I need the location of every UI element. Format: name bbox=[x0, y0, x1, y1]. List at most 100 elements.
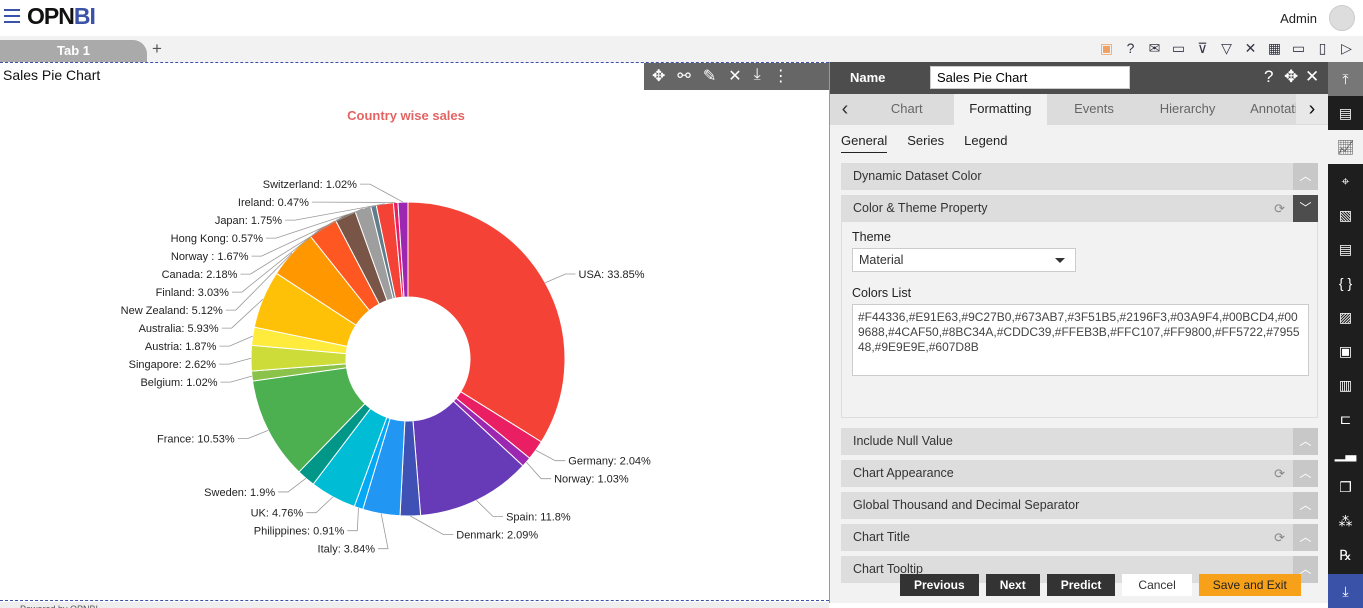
file-icon[interactable]: ▥ bbox=[1328, 368, 1363, 402]
label-connector bbox=[359, 183, 404, 203]
data-label: Denmark: 2.09% bbox=[456, 529, 538, 541]
close-icon[interactable]: ✕ bbox=[1305, 67, 1319, 87]
section-separator[interactable]: Global Thousand and Decimal Separator ︿ bbox=[841, 492, 1318, 519]
colors-list-textarea[interactable]: #F44336,#E91E63,#9C27B0,#673AB7,#3F51B5,… bbox=[852, 304, 1309, 376]
section-color-theme[interactable]: Color & Theme Property ⟳ ﹀ bbox=[841, 195, 1318, 222]
pie-slice[interactable] bbox=[407, 201, 566, 443]
chart-icon[interactable]: 📈︎ bbox=[1328, 130, 1363, 164]
data-label: Belgium: 1.02% bbox=[140, 377, 217, 389]
frame-icon[interactable]: ▣ bbox=[1328, 334, 1363, 368]
play-icon[interactable]: ▷ bbox=[1338, 40, 1355, 57]
data-label: UK: 4.76% bbox=[251, 508, 304, 520]
right-sidebar: ⤒ ▤ 📈︎ ⌖ ▧ ▤ { } ▨ ▣ ▥ ⊏ ▁▃ ❐ ⁂ ℞ ⤓ bbox=[1328, 62, 1363, 608]
clear-filter-icon[interactable]: ⊽ bbox=[1194, 40, 1211, 57]
chevron-up-icon[interactable]: ︿ bbox=[1293, 524, 1318, 551]
chevron-up-icon[interactable]: ︿ bbox=[1293, 163, 1318, 190]
filter-icon[interactable]: ▽ bbox=[1218, 40, 1235, 57]
name-input[interactable] bbox=[930, 66, 1130, 89]
section-label: Dynamic Dataset Color bbox=[853, 169, 982, 183]
data-label: Sweden: 1.9% bbox=[204, 487, 275, 499]
move-icon[interactable]: ✥ bbox=[1284, 67, 1298, 87]
section-label: Global Thousand and Decimal Separator bbox=[853, 498, 1080, 512]
previous-button[interactable]: Previous bbox=[900, 574, 979, 596]
tree-icon[interactable]: ⊏ bbox=[1328, 402, 1363, 436]
label-connector bbox=[278, 477, 307, 493]
label-connector bbox=[219, 357, 252, 365]
section-label: Chart Title bbox=[853, 530, 910, 544]
user-name[interactable]: Admin bbox=[1280, 11, 1317, 26]
subtab-legend[interactable]: Legend bbox=[964, 133, 1007, 153]
tab-chart[interactable]: Chart bbox=[860, 94, 954, 125]
section-dynamic-dataset-color[interactable]: Dynamic Dataset Color ︿ bbox=[841, 163, 1318, 190]
chevron-right-icon[interactable]: › bbox=[1296, 94, 1328, 124]
table-icon[interactable]: ▦ bbox=[1266, 40, 1283, 57]
tab-hierarchy[interactable]: Hierarchy bbox=[1141, 94, 1235, 125]
report-icon[interactable]: ▧ bbox=[1328, 198, 1363, 232]
map-icon[interactable]: ⌖ bbox=[1328, 164, 1363, 198]
image-icon[interactable]: ▨ bbox=[1328, 300, 1363, 334]
data-label: Ireland: 0.47% bbox=[238, 197, 309, 209]
label-connector bbox=[526, 461, 552, 480]
tools-icon[interactable]: ✕ bbox=[1242, 40, 1259, 57]
avatar[interactable] bbox=[1329, 5, 1355, 31]
data-label: Hong Kong: 0.57% bbox=[171, 233, 264, 245]
embed-icon[interactable]: ▭ bbox=[1290, 40, 1307, 57]
chevron-up-icon[interactable]: ︿ bbox=[1293, 460, 1318, 487]
refresh-icon[interactable]: ⟳ bbox=[1274, 524, 1285, 551]
refresh-icon[interactable]: ⟳ bbox=[1274, 460, 1285, 487]
tab-1[interactable]: Tab 1 bbox=[0, 40, 147, 62]
chart-title: Country wise sales bbox=[347, 108, 465, 123]
theme-label: Theme bbox=[852, 230, 891, 244]
rx-icon[interactable]: ℞ bbox=[1328, 538, 1363, 572]
chevron-up-icon[interactable]: ︿ bbox=[1293, 428, 1318, 455]
logo: OPNBI bbox=[27, 3, 96, 29]
tab-formatting[interactable]: Formatting bbox=[953, 94, 1048, 125]
data-label: Norway : 1.67% bbox=[171, 251, 249, 263]
help-icon[interactable]: ? bbox=[1264, 67, 1273, 87]
section-chart-title[interactable]: Chart Title ⟳ ︿ bbox=[841, 524, 1318, 551]
pie-chart: Country wise sales USA: 33.85% Germany: 2… bbox=[121, 108, 651, 556]
tab-events[interactable]: Events bbox=[1047, 94, 1141, 125]
label-connector bbox=[347, 507, 359, 532]
data-label: USA: 33.85% bbox=[579, 269, 645, 281]
section-label: Include Null Value bbox=[853, 434, 953, 448]
theme-select[interactable]: Material bbox=[852, 248, 1076, 272]
data-label: Switzerland: 1.02% bbox=[263, 179, 357, 191]
next-button[interactable]: Next bbox=[985, 574, 1040, 596]
scroll-top-icon[interactable]: ⤒ bbox=[1328, 62, 1363, 96]
footer: Powered by OPNBI bbox=[0, 602, 829, 608]
data-label: Germany: 2.04% bbox=[568, 456, 651, 468]
data-label: Canada: 2.18% bbox=[162, 269, 238, 281]
table-view-icon[interactable]: ▤ bbox=[1328, 96, 1363, 130]
data-label: Australia: 5.93% bbox=[139, 323, 219, 335]
subtab-general[interactable]: General bbox=[841, 133, 888, 153]
menu-icon[interactable] bbox=[4, 9, 20, 23]
predict-button[interactable]: Predict bbox=[1046, 574, 1116, 596]
chevron-down-icon[interactable]: ﹀ bbox=[1293, 195, 1318, 222]
chevron-up-icon[interactable]: ︿ bbox=[1293, 492, 1318, 519]
save-exit-button[interactable]: Save and Exit bbox=[1198, 574, 1301, 596]
data-label: Austria: 1.87% bbox=[145, 341, 217, 353]
mail-icon[interactable]: ✉ bbox=[1146, 40, 1163, 57]
subtab-series[interactable]: Series bbox=[907, 133, 944, 153]
cubes-icon[interactable]: ⁂ bbox=[1328, 504, 1363, 538]
comment-icon[interactable]: ▭ bbox=[1170, 40, 1187, 57]
data-label: Italy: 3.84% bbox=[318, 544, 376, 556]
code-icon[interactable]: { } bbox=[1328, 266, 1363, 300]
scroll-bottom-icon[interactable]: ⤓ bbox=[1328, 574, 1363, 608]
save-icon[interactable]: ▣ bbox=[1098, 40, 1115, 57]
add-tab-button[interactable]: + bbox=[152, 39, 162, 59]
devices-icon[interactable]: ▯ bbox=[1314, 40, 1331, 57]
help-icon[interactable]: ? bbox=[1122, 40, 1139, 57]
bar-chart-icon[interactable]: ▁▃ bbox=[1328, 436, 1363, 470]
label-connector bbox=[410, 515, 454, 535]
refresh-icon[interactable]: ⟳ bbox=[1274, 195, 1285, 222]
copy-icon[interactable]: ❐ bbox=[1328, 470, 1363, 504]
chevron-left-icon[interactable]: ‹ bbox=[830, 94, 860, 125]
section-include-null[interactable]: Include Null Value ︿ bbox=[841, 428, 1318, 455]
cancel-button[interactable]: Cancel bbox=[1122, 574, 1192, 596]
document-icon[interactable]: ▤ bbox=[1328, 232, 1363, 266]
dashboard-toolbar: ▣ ? ✉ ▭ ⊽ ▽ ✕ ▦ ▭ ▯ ▷ bbox=[1098, 40, 1355, 57]
section-label: Color & Theme Property bbox=[853, 201, 988, 215]
section-chart-appearance[interactable]: Chart Appearance ⟳ ︿ bbox=[841, 460, 1318, 487]
